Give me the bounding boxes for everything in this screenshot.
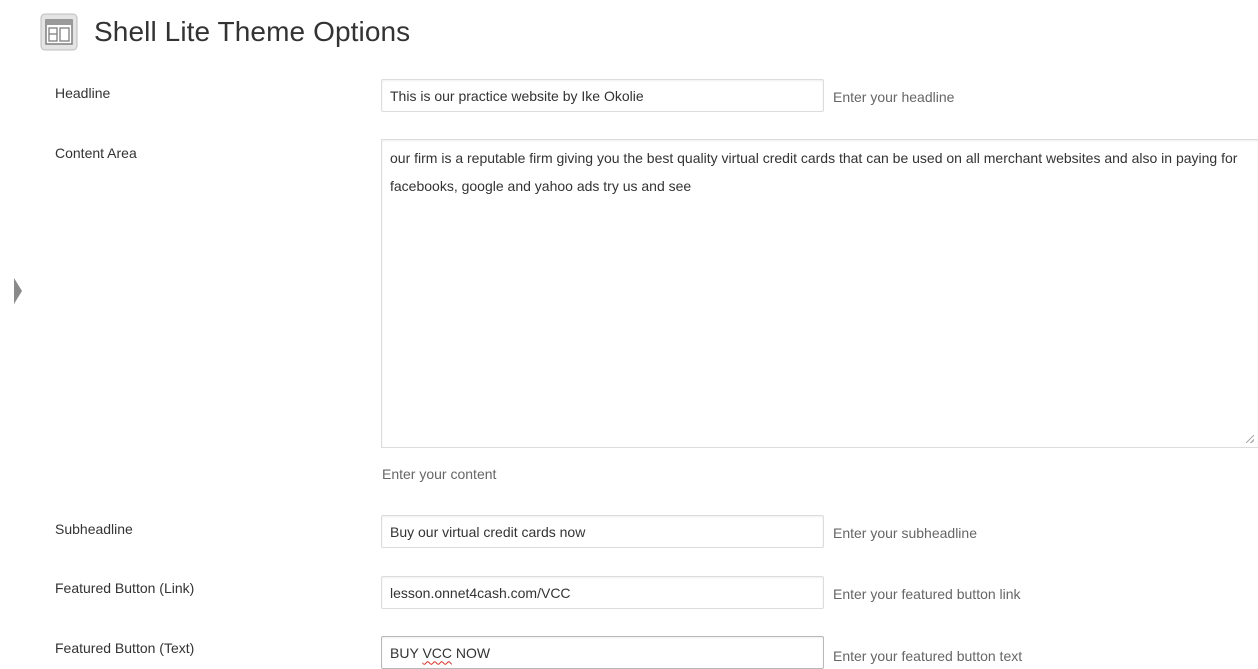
- theme-options-icon: [40, 13, 78, 51]
- page-title: Shell Lite Theme Options: [94, 16, 411, 47]
- content-area-description: Enter your content: [382, 466, 497, 482]
- content-area-textarea[interactable]: our firm is a reputable firm giving you …: [381, 139, 1258, 448]
- headline-description: Enter your headline: [833, 89, 955, 105]
- resize-handle-icon[interactable]: [1246, 435, 1254, 443]
- featured-button-link-input[interactable]: lesson.onnet4cash.com/VCC: [381, 576, 824, 609]
- featured-button-text-description: Enter your featured button text: [833, 648, 1023, 664]
- triangle-right-icon[interactable]: [14, 278, 22, 304]
- featured-button-text-before: BUY: [390, 644, 423, 661]
- featured-button-link-label: Featured Button (Link): [55, 580, 195, 596]
- page-header: Shell Lite Theme Options: [40, 10, 410, 54]
- featured-button-text-after: NOW: [452, 644, 491, 661]
- subheadline-label: Subheadline: [55, 521, 133, 537]
- subheadline-input[interactable]: Buy our virtual credit cards now: [381, 515, 824, 548]
- headline-label: Headline: [55, 85, 111, 101]
- content-area-label: Content Area: [55, 145, 137, 161]
- featured-button-link-description: Enter your featured button link: [833, 586, 1021, 602]
- featured-button-text-input[interactable]: BUY VCC NOW: [381, 636, 824, 669]
- featured-button-text-label: Featured Button (Text): [55, 640, 195, 656]
- headline-input[interactable]: This is our practice website by Ike Okol…: [381, 79, 824, 112]
- subheadline-description: Enter your subheadline: [833, 525, 977, 541]
- misspelled-word: VCC: [422, 644, 452, 661]
- content-area-text: our firm is a reputable firm giving you …: [390, 150, 1238, 194]
